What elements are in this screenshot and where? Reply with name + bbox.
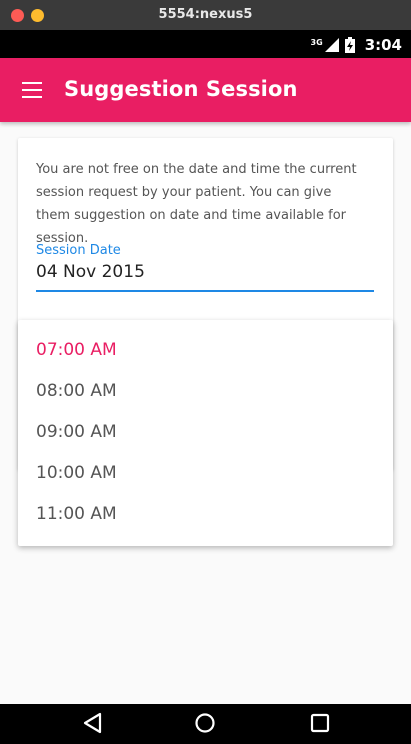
- network-type: 3G: [310, 37, 323, 47]
- app-bar: Suggestion Session: [0, 58, 411, 122]
- window-title-bar: 5554:nexus5: [0, 0, 411, 30]
- time-dropdown: 07:00 AM 08:00 AM 09:00 AM 10:00 AM 11:0…: [18, 320, 393, 546]
- signal-icon: [324, 38, 339, 52]
- page-title: Suggestion Session: [64, 77, 298, 101]
- back-icon[interactable]: [82, 712, 104, 734]
- session-date-underline: [36, 290, 374, 292]
- recents-icon[interactable]: [309, 712, 331, 734]
- time-option-0800[interactable]: 08:00 AM: [18, 371, 393, 412]
- time-option-1100[interactable]: 11:00 AM: [18, 494, 393, 535]
- window-title: 5554:nexus5: [158, 7, 253, 22]
- session-date-label: Session Date: [36, 243, 121, 258]
- battery-icon: [344, 37, 355, 53]
- hamburger-menu-icon[interactable]: [22, 82, 42, 98]
- time-option-1000[interactable]: 10:00 AM: [18, 453, 393, 494]
- session-date-field[interactable]: [36, 262, 374, 282]
- time-option-0700[interactable]: 07:00 AM: [18, 330, 393, 371]
- time-options-list: 07:00 AM 08:00 AM 09:00 AM 10:00 AM 11:0…: [18, 320, 393, 535]
- info-message: You are not free on the date and time th…: [36, 162, 357, 246]
- time-option-0900[interactable]: 09:00 AM: [18, 412, 393, 453]
- navigation-bar: [0, 704, 411, 744]
- home-icon[interactable]: [194, 712, 216, 734]
- status-time: 3:04: [364, 36, 402, 54]
- status-bar: 3G 3:04: [0, 30, 411, 58]
